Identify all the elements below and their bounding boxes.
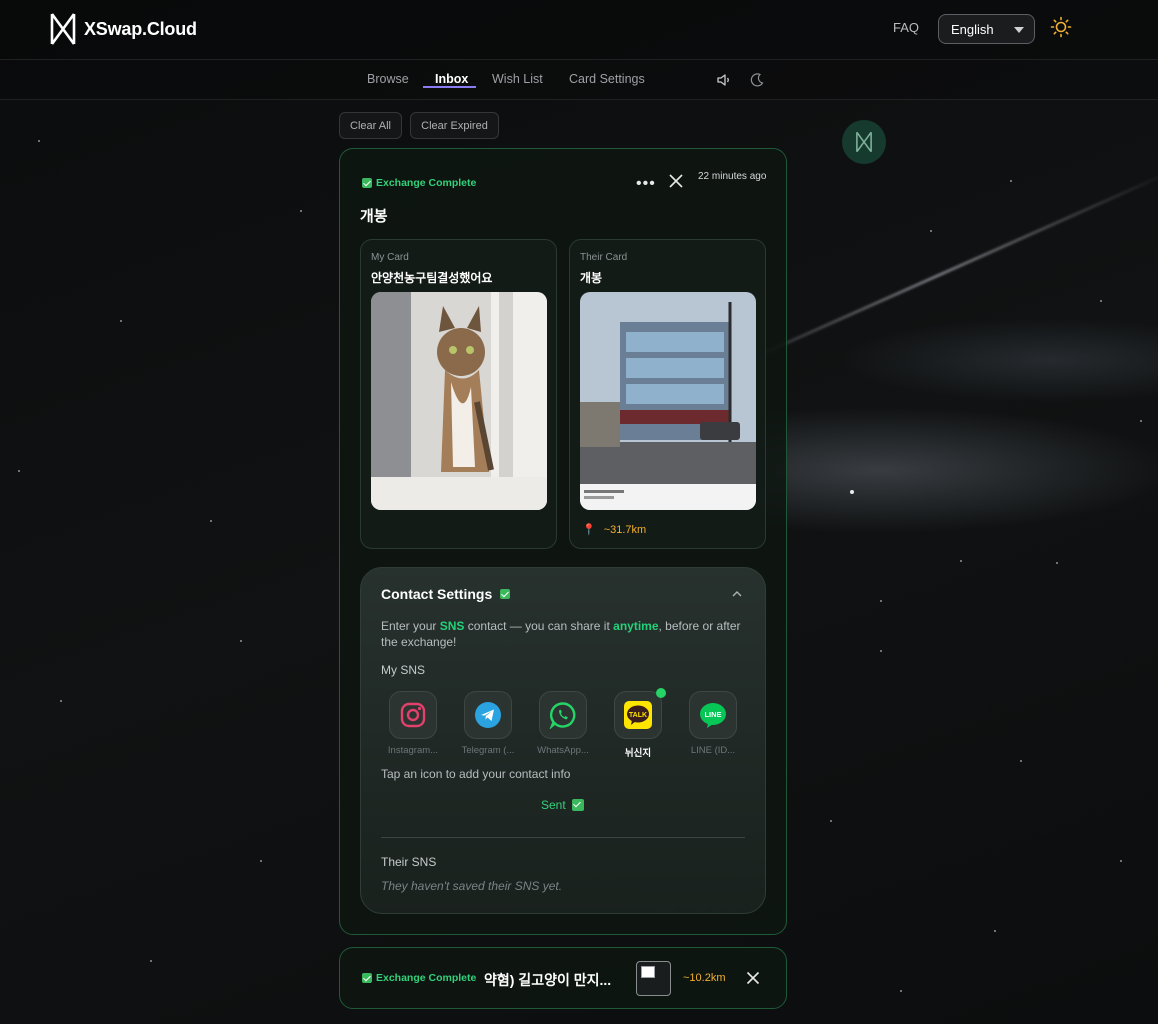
status-badge: Exchange Complete — [362, 972, 476, 984]
close-icon[interactable] — [668, 173, 684, 189]
desc-middle: contact — you can share it — [464, 619, 614, 633]
my-card-title: 안양천농구팀결성했어요 — [371, 271, 493, 285]
status-text: Exchange Complete — [376, 177, 477, 189]
exchange-title: 약혐) 길고양이 만지... — [484, 972, 612, 988]
sent-label: Sent — [541, 798, 566, 812]
divider — [381, 837, 745, 838]
distance-value: ~10.2km — [683, 972, 726, 984]
my-sns-label: My SNS — [381, 663, 426, 677]
distance-value: ~31.7km — [603, 523, 647, 536]
distance-info: 📍 ~31.7km — [582, 523, 647, 537]
sns-kakaotalk[interactable]: TALK 뉘신지 — [608, 688, 668, 759]
contact-settings-title: Contact Settings — [381, 586, 493, 602]
sns-whatsapp[interactable]: WhatsApp... — [533, 691, 593, 756]
checkmark-icon — [571, 799, 584, 811]
checkmark-icon — [362, 973, 372, 983]
sns-label-telegram: Telegram (... — [461, 745, 515, 756]
contact-set-indicator — [656, 688, 666, 698]
tab-card-settings[interactable]: Card Settings — [569, 72, 645, 86]
desc-prefix: Enter your — [381, 619, 440, 633]
sns-telegram[interactable]: Telegram (... — [458, 691, 518, 756]
brand-name: XSwap.Cloud — [84, 18, 197, 39]
moon-icon[interactable] — [749, 72, 765, 88]
contact-settings-panel: Contact Settings Enter your SNS contact … — [360, 567, 766, 914]
chevron-up-icon[interactable] — [731, 588, 743, 600]
status-text: Exchange Complete — [376, 972, 477, 984]
contact-settings-description: Enter your SNS contact — you can share i… — [381, 618, 751, 650]
exchange-title: 개봉 — [360, 208, 388, 225]
telegram-icon — [475, 702, 501, 728]
sns-label-line: LINE (ID... — [690, 745, 736, 756]
sns-label-kakaotalk: 뉘신지 — [624, 748, 652, 759]
their-sns-note: They haven't saved their SNS yet. — [381, 879, 563, 893]
whatsapp-icon — [549, 702, 576, 729]
nav-bar: Browse Inbox Wish List Card Settings — [0, 60, 1158, 100]
tab-wish-list[interactable]: Wish List — [492, 72, 543, 86]
line-icon: LINE — [700, 703, 726, 728]
desc-anytime-highlight: anytime — [613, 619, 659, 633]
desc-sns-highlight: SNS — [439, 619, 465, 633]
timestamp: 22 minutes ago — [698, 171, 767, 182]
location-pin-icon: 📍 — [582, 524, 596, 536]
checkmark-icon — [362, 178, 372, 188]
their-card-label: Their Card — [580, 252, 628, 263]
telegram-button[interactable] — [464, 691, 512, 739]
tab-browse[interactable]: Browse — [367, 72, 409, 86]
svg-text:TALK: TALK — [629, 712, 647, 719]
my-card[interactable]: My Card 안양천농구팀결성했어요 — [360, 239, 557, 549]
sun-icon[interactable] — [1050, 16, 1072, 38]
xswap-logo-icon — [856, 131, 872, 153]
contact-settings-header[interactable]: Contact Settings — [381, 586, 511, 602]
sent-status: Sent — [541, 798, 584, 812]
tab-inbox[interactable]: Inbox — [435, 72, 468, 86]
language-select[interactable]: English — [938, 14, 1035, 44]
whatsapp-button[interactable] — [539, 691, 587, 739]
sns-label-whatsapp: WhatsApp... — [537, 745, 589, 756]
tap-hint: Tap an icon to add your contact info — [381, 767, 571, 781]
xswap-logo-icon — [50, 13, 76, 45]
active-tab-indicator — [423, 86, 476, 88]
instagram-icon — [400, 702, 426, 728]
checkmark-icon — [500, 589, 511, 599]
floating-logo-button[interactable] — [842, 120, 886, 164]
their-sns-label: Their SNS — [381, 855, 437, 869]
line-button[interactable]: LINE — [689, 691, 737, 739]
exchange-card-collapsed[interactable]: Exchange Complete 약혐) 길고양이 만지... ~10.2km — [339, 947, 787, 1009]
language-selected-value: English — [951, 21, 994, 37]
broken-image-thumbnail — [636, 961, 671, 996]
faq-link[interactable]: FAQ — [893, 20, 919, 35]
their-card-title: 개봉 — [580, 271, 603, 285]
svg-text:LINE: LINE — [704, 710, 721, 719]
sns-label-instagram: Instagram... — [387, 745, 439, 756]
chevron-down-icon — [1014, 27, 1024, 33]
instagram-button[interactable] — [389, 691, 437, 739]
more-options-icon[interactable]: ••• — [636, 175, 656, 193]
my-card-label: My Card — [371, 252, 409, 263]
clear-expired-button[interactable]: Clear Expired — [410, 112, 499, 139]
top-bar: XSwap.Cloud FAQ English — [0, 0, 1158, 60]
sns-line[interactable]: LINE LINE (ID... — [683, 691, 743, 756]
my-card-photo — [371, 292, 547, 510]
their-card[interactable]: Their Card 개봉 📍 ~31.7km — [569, 239, 766, 549]
status-badge: Exchange Complete — [362, 177, 476, 189]
brand-logo[interactable]: XSwap.Cloud — [50, 12, 197, 46]
kakaotalk-icon: TALK — [624, 701, 652, 729]
clear-all-button[interactable]: Clear All — [339, 112, 402, 139]
their-card-photo — [580, 292, 756, 510]
close-icon[interactable] — [746, 971, 760, 985]
exchange-card: Exchange Complete ••• 22 minutes ago 개봉 … — [339, 148, 787, 935]
speaker-icon[interactable] — [716, 72, 732, 88]
kakaotalk-button[interactable]: TALK — [614, 688, 666, 739]
sns-instagram[interactable]: Instagram... — [383, 691, 443, 756]
